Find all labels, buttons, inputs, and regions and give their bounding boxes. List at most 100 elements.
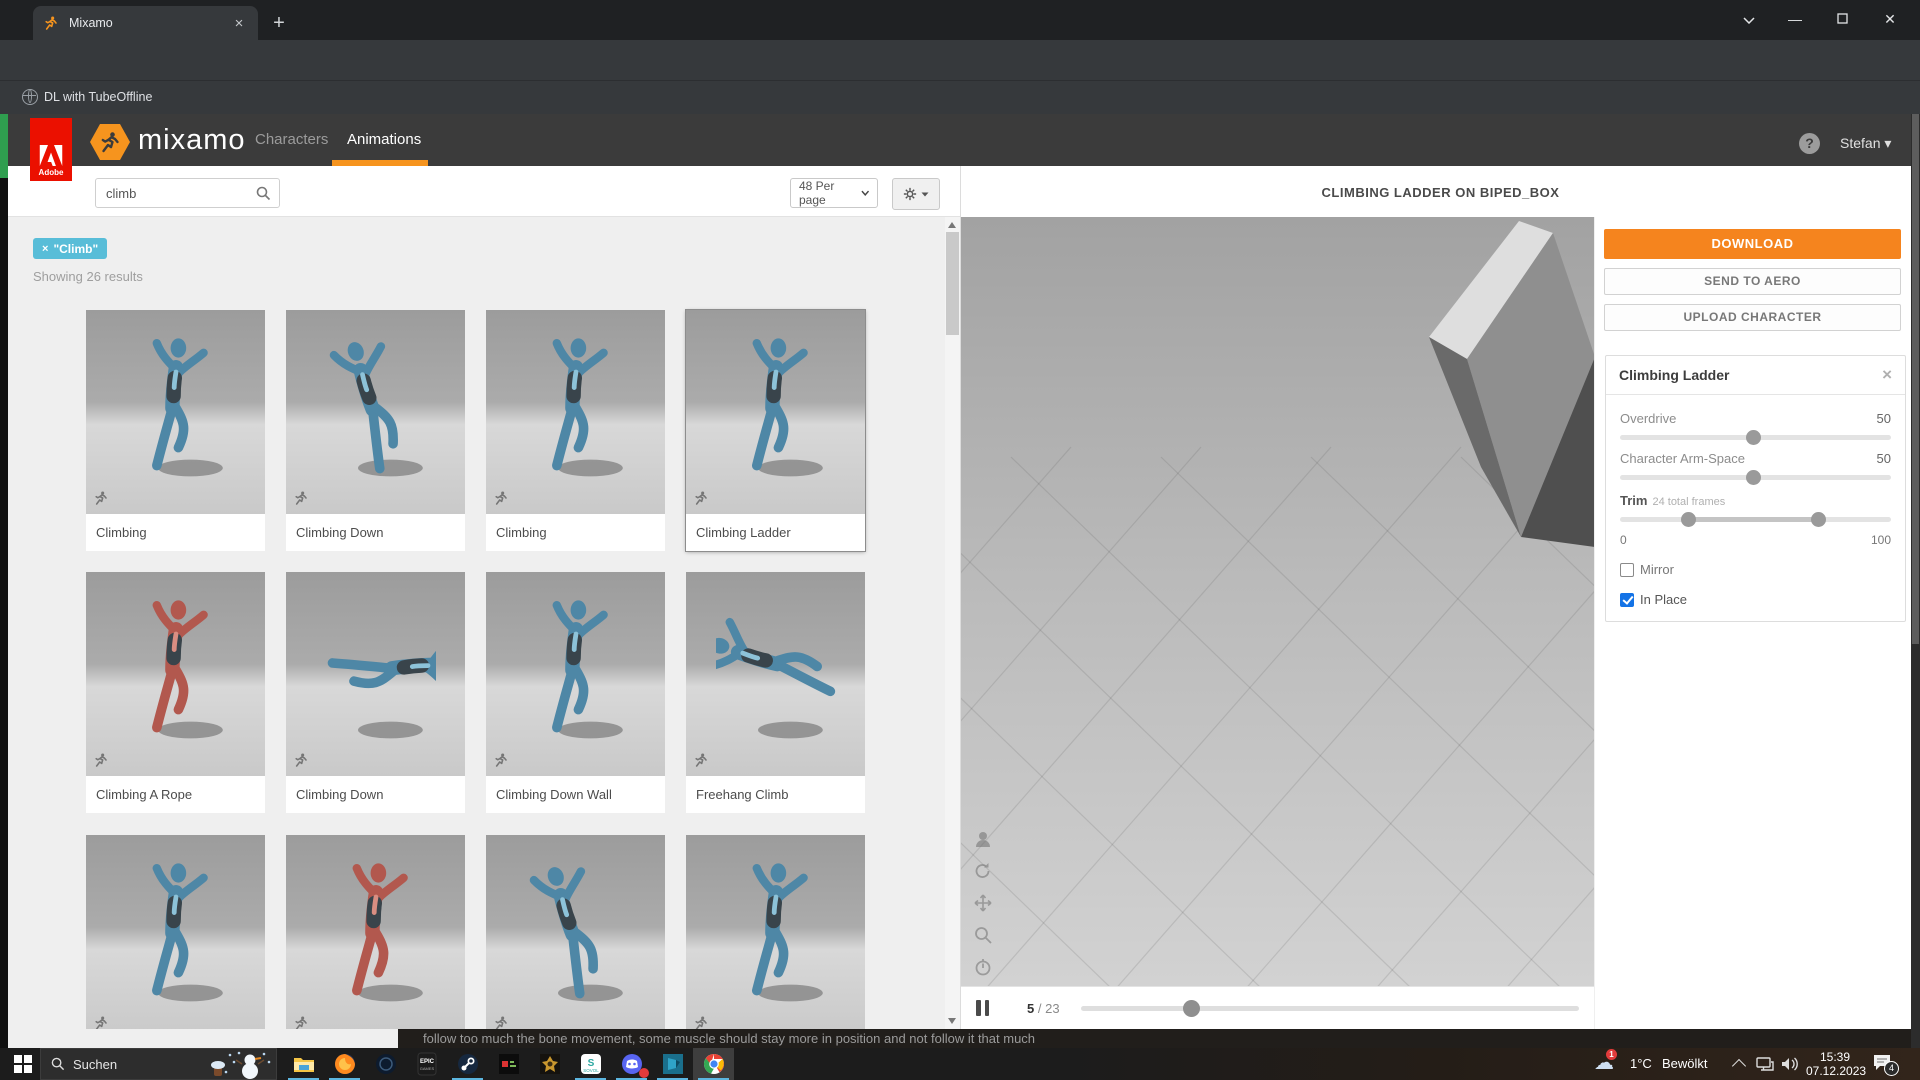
- motion-type-icon: [93, 752, 109, 768]
- playback-bar: 5 / 23: [961, 986, 1594, 1029]
- slider-handle[interactable]: [1746, 470, 1761, 485]
- taskbar-app-epic[interactable]: EPICGAMES: [406, 1048, 447, 1080]
- animation-card[interactable]: [286, 835, 465, 1029]
- taskbar-app-max3ds[interactable]: [652, 1048, 693, 1080]
- zoom-tool-icon[interactable]: [973, 925, 993, 945]
- browser-tab[interactable]: Mixamo ×: [33, 6, 258, 40]
- animation-card[interactable]: Climbing Ladder: [686, 310, 865, 551]
- page-scrollbar-thumb[interactable]: [1912, 114, 1919, 644]
- search-icon: [51, 1057, 65, 1071]
- tray-clock[interactable]: 15:39 07.12.2023: [1806, 1050, 1864, 1078]
- viewport-3d[interactable]: [961, 217, 1594, 986]
- animation-card[interactable]: Climbing A Rope: [86, 572, 265, 813]
- weather-tray-icon[interactable]: ☁ 1: [1592, 1048, 1626, 1080]
- animation-card[interactable]: [86, 835, 265, 1029]
- mirror-checkbox[interactable]: [1620, 563, 1634, 577]
- trim-end-handle[interactable]: [1811, 512, 1826, 527]
- animation-card[interactable]: Climbing: [86, 310, 265, 551]
- timeline-slider[interactable]: [1081, 1006, 1579, 1011]
- in-place-label: In Place: [1640, 592, 1687, 607]
- in-place-checkbox[interactable]: [1620, 593, 1634, 607]
- window-close-button[interactable]: ✕: [1868, 0, 1912, 38]
- taskbar-app-firefox[interactable]: [324, 1048, 365, 1080]
- results-scrollbar[interactable]: [945, 217, 960, 1029]
- motion-type-icon: [293, 1015, 309, 1029]
- window-menu-icon[interactable]: [1727, 0, 1771, 38]
- taskbar-app-game[interactable]: [365, 1048, 406, 1080]
- animation-card[interactable]: Freehang Climb: [686, 572, 865, 813]
- reset-tool-icon[interactable]: [973, 957, 993, 977]
- adobe-word: Adobe: [39, 168, 64, 177]
- arm-space-slider[interactable]: [1620, 470, 1891, 485]
- settings-dropdown-button[interactable]: [892, 178, 940, 210]
- mixamo-brand[interactable]: mixamo: [138, 124, 246, 157]
- taskbar-app-samurai[interactable]: [529, 1048, 570, 1080]
- user-menu[interactable]: Stefan ▾: [1840, 135, 1891, 152]
- trim-min: 0: [1620, 533, 1627, 547]
- volume-icon[interactable]: [1781, 1056, 1799, 1072]
- help-button[interactable]: ?: [1799, 133, 1820, 154]
- taskbar-search[interactable]: Suchen: [40, 1048, 277, 1080]
- animation-card[interactable]: [686, 835, 865, 1029]
- scroll-down-icon[interactable]: [948, 1018, 956, 1024]
- rotate-tool-icon[interactable]: [973, 861, 993, 881]
- animation-card-label: Climbing Ladder: [686, 514, 865, 551]
- tab-animations[interactable]: Animations: [347, 131, 421, 148]
- pan-tool-icon[interactable]: [973, 893, 993, 913]
- animation-card[interactable]: [486, 835, 665, 1029]
- tab-characters[interactable]: Characters: [255, 131, 328, 148]
- animation-thumbnail: [286, 572, 465, 776]
- animation-card-label: Climbing A Rope: [86, 776, 265, 813]
- browser-tab-strip: Mixamo × + — ✕: [0, 0, 1920, 40]
- animation-card[interactable]: Climbing Down: [286, 572, 465, 813]
- animation-card-label: Freehang Climb: [686, 776, 865, 813]
- taskbar-app-explorer[interactable]: [283, 1048, 324, 1080]
- send-to-aero-button[interactable]: SEND TO AERO: [1604, 268, 1901, 295]
- new-tab-button[interactable]: +: [266, 10, 292, 36]
- taskbar-app-chrome[interactable]: [693, 1048, 734, 1080]
- network-icon[interactable]: [1756, 1056, 1774, 1072]
- weather-widget-snowman[interactable]: [206, 1050, 274, 1080]
- taskbar-app-steam[interactable]: [447, 1048, 488, 1080]
- adobe-logo[interactable]: Adobe: [30, 118, 72, 181]
- page-scrollbar[interactable]: [1911, 114, 1920, 1048]
- pause-button[interactable]: [976, 1000, 992, 1016]
- taskbar-app-msi[interactable]: [488, 1048, 529, 1080]
- start-button[interactable]: [14, 1055, 32, 1073]
- bookmark-item[interactable]: DL with TubeOffline: [44, 90, 152, 104]
- tray-expand-icon[interactable]: [1732, 1059, 1746, 1073]
- window-minimize-button[interactable]: —: [1773, 0, 1817, 38]
- overdrive-slider[interactable]: [1620, 430, 1891, 445]
- tray-date: 07.12.2023: [1806, 1064, 1864, 1078]
- download-button[interactable]: DOWNLOAD: [1604, 229, 1901, 259]
- slider-handle[interactable]: [1746, 430, 1761, 445]
- motion-type-icon: [93, 1015, 109, 1029]
- left-edge-green: [0, 114, 8, 178]
- search-icon: [256, 186, 271, 201]
- scrollbar-thumb[interactable]: [946, 232, 959, 335]
- upload-character-button[interactable]: UPLOAD CHARACTER: [1604, 304, 1901, 331]
- animation-card[interactable]: Climbing Down Wall: [486, 572, 665, 813]
- animation-card[interactable]: Climbing Down: [286, 310, 465, 551]
- close-icon[interactable]: ×: [1882, 365, 1892, 385]
- tray-condition[interactable]: Bewölkt: [1662, 1056, 1708, 1080]
- trim-slider[interactable]: [1620, 512, 1891, 527]
- tab-close-icon[interactable]: ×: [230, 15, 248, 32]
- per-page-select[interactable]: 48 Per page: [790, 178, 878, 208]
- character-tool-icon[interactable]: [973, 829, 993, 849]
- trim-info: 24 total frames: [1652, 496, 1725, 508]
- remove-filter-icon[interactable]: ×: [42, 243, 48, 255]
- scroll-up-icon[interactable]: [948, 222, 956, 228]
- window-maximize-button[interactable]: [1820, 0, 1864, 38]
- animation-thumbnail: [486, 572, 665, 776]
- taskbar-app-sovol[interactable]: SSOVOL: [570, 1048, 611, 1080]
- taskbar-app-discord[interactable]: [611, 1048, 652, 1080]
- timeline-handle[interactable]: [1183, 1000, 1200, 1017]
- trim-start-handle[interactable]: [1681, 512, 1696, 527]
- animation-card[interactable]: Climbing: [486, 310, 665, 551]
- search-input[interactable]: climb: [95, 178, 280, 208]
- bookmark-globe-icon: [22, 89, 38, 105]
- tray-temperature[interactable]: 1°C: [1630, 1056, 1652, 1080]
- filter-tag[interactable]: × "Climb": [33, 238, 107, 259]
- notification-center-icon[interactable]: 4: [1872, 1053, 1898, 1077]
